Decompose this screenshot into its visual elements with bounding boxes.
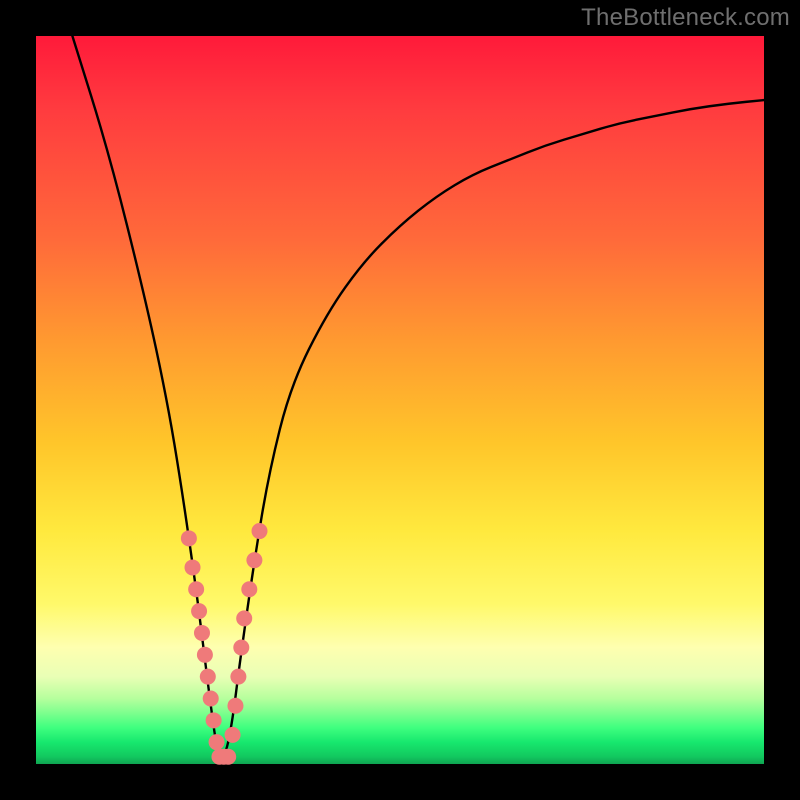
curve-marker: [220, 749, 236, 765]
curve-marker: [188, 581, 204, 597]
watermark-text: TheBottleneck.com: [581, 4, 790, 32]
curve-marker: [181, 530, 197, 546]
curve-marker: [206, 712, 222, 728]
curve-marker: [203, 690, 219, 706]
curve-marker: [197, 647, 213, 663]
curve-marker: [227, 698, 243, 714]
curve-svg: [36, 36, 764, 764]
curve-markers: [181, 523, 268, 765]
curve-marker: [225, 727, 241, 743]
bottleneck-curve: [72, 36, 764, 757]
curve-marker: [252, 523, 268, 539]
curve-marker: [241, 581, 257, 597]
curve-marker: [191, 603, 207, 619]
curve-marker: [185, 559, 201, 575]
curve-marker: [230, 669, 246, 685]
curve-marker: [194, 625, 210, 641]
curve-marker: [236, 610, 252, 626]
chart-frame: TheBottleneck.com: [0, 0, 800, 800]
curve-marker: [233, 640, 249, 656]
plot-area: [36, 36, 764, 764]
curve-marker: [209, 734, 225, 750]
curve-marker: [246, 552, 262, 568]
curve-marker: [200, 669, 216, 685]
